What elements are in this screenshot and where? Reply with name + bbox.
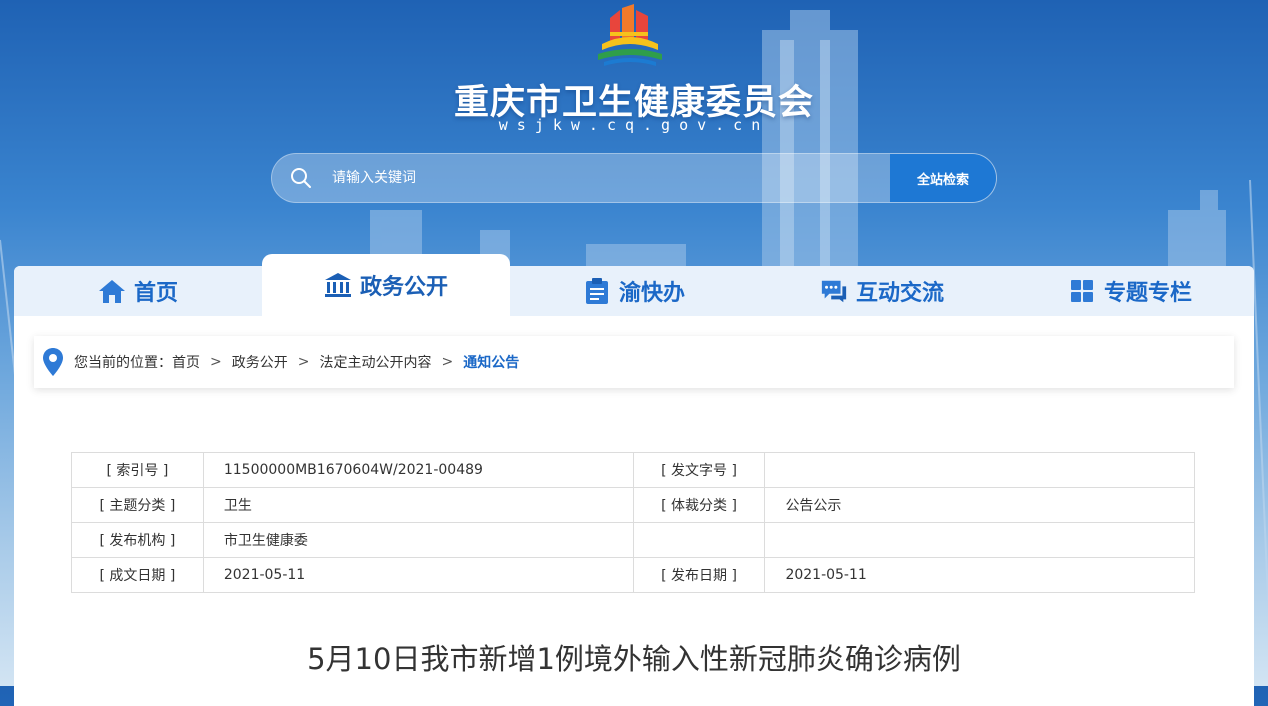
search-icon — [272, 154, 330, 202]
nav-item-home[interactable]: 首页 — [14, 266, 262, 316]
breadcrumb-home[interactable]: 首页 — [172, 352, 200, 372]
location-pin-icon — [42, 347, 64, 377]
table-row: [ 成文日期 ] 2021-05-11 [ 发布日期 ] 2021-05-11 — [71, 557, 1195, 593]
meta-label: [ 发布机构 ] — [71, 522, 204, 558]
breadcrumb-government-affairs[interactable]: 政务公开 — [232, 352, 288, 372]
nav-item-label: 首页 — [133, 281, 178, 306]
search-bar: 全站检索 — [271, 153, 997, 203]
clipboard-icon — [583, 277, 611, 305]
main-panel: 首页 政务公开 渝快办 互动交流 专题专栏 您当前的位置： 首页 > 政务公开 … — [14, 254, 1254, 706]
meta-label: [ 发文字号 ] — [632, 452, 766, 488]
chongqing-government-logo — [598, 4, 662, 66]
table-row: [ 主题分类 ] 卫生 [ 体裁分类 ] 公告公示 — [71, 487, 1195, 523]
meta-value — [764, 452, 1195, 488]
meta-value: 卫生 — [202, 487, 634, 523]
breadcrumb-separator: > — [297, 354, 310, 370]
meta-label: [ 主题分类 ] — [71, 487, 204, 523]
meta-value — [764, 522, 1195, 558]
article-title: 5月10日我市新增1例境外输入性新冠肺炎确诊病例 — [307, 642, 961, 676]
meta-value: 2021-05-11 — [764, 557, 1195, 593]
site-domain: wsjkw.cq.gov.cn — [498, 116, 770, 134]
nav-item-yukuaiban[interactable]: 渝快办 — [510, 266, 758, 316]
nav-item-government-affairs[interactable]: 政务公开 — [262, 254, 510, 316]
meta-value: 11500000MB1670604W/2021-00489 — [202, 452, 634, 488]
breadcrumb-statutory-disclosure[interactable]: 法定主动公开内容 — [319, 352, 431, 372]
chat-icon — [820, 277, 848, 305]
government-building-icon — [324, 271, 352, 299]
nav-item-label: 政务公开 — [359, 275, 448, 300]
grid-icon — [1068, 277, 1096, 305]
table-row: [ 发布机构 ] 市卫生健康委 — [71, 522, 1195, 558]
home-icon — [98, 277, 126, 305]
document-meta-table: [ 索引号 ] 11500000MB1670604W/2021-00489 [ … — [71, 452, 1195, 593]
table-row: [ 索引号 ] 11500000MB1670604W/2021-00489 [ … — [71, 452, 1195, 488]
breadcrumb: 您当前的位置： 首页 > 政务公开 > 法定主动公开内容 > 通知公告 — [34, 336, 1234, 388]
meta-label: [ 索引号 ] — [71, 452, 204, 488]
meta-label: [ 发布日期 ] — [632, 557, 766, 593]
meta-value: 2021-05-11 — [202, 557, 634, 593]
nav-item-interaction[interactable]: 互动交流 — [758, 266, 1006, 316]
meta-label: [ 成文日期 ] — [71, 557, 204, 593]
nav-item-special-topics[interactable]: 专题专栏 — [1006, 266, 1254, 316]
site-search-button[interactable]: 全站检索 — [890, 154, 996, 202]
nav-item-label: 专题专栏 — [1103, 281, 1192, 306]
meta-value: 市卫生健康委 — [202, 522, 634, 558]
search-input[interactable] — [330, 154, 890, 202]
main-nav: 首页 政务公开 渝快办 互动交流 专题专栏 — [14, 254, 1254, 316]
meta-value: 公告公示 — [764, 487, 1195, 523]
breadcrumb-separator: > — [210, 354, 222, 370]
breadcrumb-separator: > — [441, 354, 454, 370]
nav-item-label: 互动交流 — [855, 281, 944, 306]
meta-label — [632, 522, 766, 558]
meta-label: [ 体裁分类 ] — [632, 487, 766, 523]
breadcrumb-notices[interactable]: 通知公告 — [463, 352, 519, 372]
breadcrumb-prefix: 您当前的位置： — [74, 355, 172, 371]
nav-item-label: 渝快办 — [618, 281, 685, 306]
